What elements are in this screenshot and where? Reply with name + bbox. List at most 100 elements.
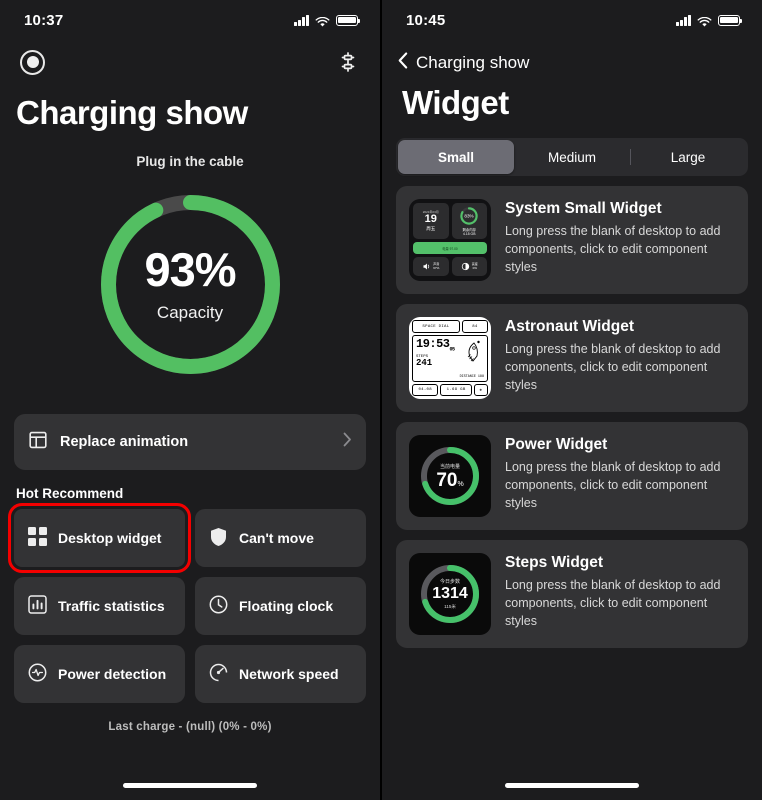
chevron-left-icon xyxy=(398,52,408,74)
tile-cant-move[interactable]: Can't move xyxy=(195,509,366,567)
bar-chart-icon xyxy=(28,595,47,617)
pulse-circle-icon xyxy=(28,663,47,685)
preview-battery-bar: 电量 97.00 xyxy=(413,242,487,254)
preview-time: 19:53 xyxy=(416,337,450,351)
brightness-icon xyxy=(461,262,469,271)
widget-description: Long press the blank of desktop to add c… xyxy=(505,460,721,510)
layout-template-icon xyxy=(28,430,48,454)
preview-distance: DISTANCE 188 xyxy=(459,375,484,379)
sliders-settings-icon[interactable] xyxy=(336,50,360,74)
widget-card-astronaut[interactable]: SPACE DIAL 84 19:5305 STEPS 241 DISTANCE… xyxy=(396,304,748,412)
preview-main-panel: 19:5305 STEPS 241 DISTANCE 188 xyxy=(412,335,488,382)
page-title: Widget xyxy=(402,84,509,121)
steps-widget-preview: 今日步数 1314 115米 xyxy=(409,553,491,635)
preview-footer-value: 1.69 GB xyxy=(440,384,472,396)
segment-label: Medium xyxy=(547,149,596,165)
power-widget-preview: 当前电量 70% xyxy=(409,435,491,517)
status-bar-left: 10:37 xyxy=(0,0,380,40)
hot-recommend-grid: Desktop widget Can't move Traffic statis… xyxy=(0,503,380,703)
size-segmented-control: Small Medium Large xyxy=(396,138,748,176)
tile-label: Traffic statistics xyxy=(58,598,165,614)
widget-list: 2021年03月 19 周五 83% 剩余内存 4.15 GB 电量 97.00… xyxy=(382,176,762,648)
status-icons xyxy=(294,14,361,27)
system-small-widget-preview: 2021年03月 19 周五 83% 剩余内存 4.15 GB 电量 97.00… xyxy=(409,199,491,281)
tile-traffic-statistics[interactable]: Traffic statistics xyxy=(14,577,185,635)
preview-header-right: 84 xyxy=(461,320,488,333)
tile-label: Floating clock xyxy=(239,598,334,614)
clock-icon xyxy=(209,595,228,617)
back-button[interactable]: Charging show xyxy=(382,40,762,74)
chevron-right-icon xyxy=(343,432,352,452)
compass-icon: ✥ xyxy=(473,384,488,396)
speaker-icon xyxy=(423,263,430,270)
record-circle-icon[interactable] xyxy=(20,49,45,75)
status-icons xyxy=(676,14,743,27)
replace-animation-row[interactable]: Replace animation xyxy=(14,414,366,470)
capacity-percent: 93% xyxy=(144,243,236,296)
home-indicator xyxy=(505,783,639,788)
status-time: 10:37 xyxy=(24,11,64,29)
battery-full-icon xyxy=(336,14,361,26)
tile-label: Power detection xyxy=(58,666,167,682)
tile-desktop-widget[interactable]: Desktop widget xyxy=(8,503,191,573)
tab-large[interactable]: Large xyxy=(630,140,746,174)
wifi-icon xyxy=(697,15,712,27)
capacity-gauge: 93% Capacity xyxy=(0,187,380,382)
tile-label: Desktop widget xyxy=(58,530,162,546)
segment-label: Large xyxy=(670,149,706,165)
widget-card-system-small[interactable]: 2021年03月 19 周五 83% 剩余内存 4.15 GB 电量 97.00… xyxy=(396,186,748,294)
status-time: 10:45 xyxy=(406,11,446,29)
preview-brightness-box: 亮度 0% xyxy=(451,257,487,276)
preview-volume-value: 67% xyxy=(433,265,440,270)
preview-memory-box: 83% 剩余内存 4.15 GB xyxy=(451,203,487,239)
widget-title: Steps Widget xyxy=(505,554,604,571)
widget-title: System Small Widget xyxy=(505,200,662,217)
cellular-signal-icon xyxy=(294,14,309,26)
tab-medium[interactable]: Medium xyxy=(514,140,630,174)
rocket-icon xyxy=(467,340,480,362)
preview-header-left: SPACE DIAL xyxy=(412,320,460,333)
preview-sub: 115米 xyxy=(444,604,456,609)
battery-full-icon xyxy=(718,14,743,26)
widget-card-steps[interactable]: 今日步数 1314 115米 Steps Widget Long press t… xyxy=(396,540,748,648)
preview-value: 1314 xyxy=(432,585,468,602)
home-indicator xyxy=(123,783,257,788)
last-charge-status: Last charge - (null) (0% - 0%) xyxy=(108,721,272,733)
preview-caption: 当前电量 xyxy=(439,463,460,470)
left-phone-screen: 10:37 Charging show Plug in the cable 93… xyxy=(0,0,380,800)
right-phone-screen: 10:45 Charging show Widget Small Medium xyxy=(382,0,762,800)
tab-small[interactable]: Small xyxy=(398,140,514,174)
dual-screenshot: 10:37 Charging show Plug in the cable 93… xyxy=(0,0,762,800)
widget-card-power[interactable]: 当前电量 70% Power Widget Long press the bla… xyxy=(396,422,748,530)
hot-recommend-heading: Hot Recommend xyxy=(16,486,124,501)
preview-time-small: 05 xyxy=(449,346,456,353)
widget-description: Long press the blank of desktop to add c… xyxy=(505,224,721,274)
preview-brightness-value: 0% xyxy=(472,265,477,270)
tile-power-detection[interactable]: Power detection xyxy=(14,645,185,703)
tile-label: Network speed xyxy=(239,666,339,682)
preview-value: 70 xyxy=(436,469,458,491)
page-title: Charging show xyxy=(16,94,248,131)
speedometer-icon xyxy=(209,663,228,685)
preview-storage-value: 4.15 GB xyxy=(463,232,476,236)
preview-volume-box: 声音 67% xyxy=(413,257,449,276)
preview-memory-ring: 83% xyxy=(460,207,478,225)
status-bar-right: 10:45 xyxy=(382,0,762,40)
preview-footer-date: 04-08 xyxy=(412,384,439,396)
preview-caption: 今日步数 xyxy=(439,579,460,585)
widget-title: Astronaut Widget xyxy=(505,318,635,335)
preview-date-weekday: 周五 xyxy=(426,226,436,231)
tile-network-speed[interactable]: Network speed xyxy=(195,645,366,703)
tile-floating-clock[interactable]: Floating clock xyxy=(195,577,366,635)
grid-squares-icon xyxy=(28,527,47,549)
tile-label: Can't move xyxy=(239,530,314,546)
left-top-bar xyxy=(0,40,380,84)
cellular-signal-icon xyxy=(676,14,691,26)
preview-battery-label: 电量 97.00 xyxy=(442,246,458,251)
preview-date-day: 19 xyxy=(424,213,437,225)
widget-description: Long press the blank of desktop to add c… xyxy=(505,342,721,392)
astronaut-widget-preview: SPACE DIAL 84 19:5305 STEPS 241 DISTANCE… xyxy=(409,317,491,399)
plug-in-subtitle: Plug in the cable xyxy=(136,154,244,169)
wifi-icon xyxy=(315,15,330,27)
shield-icon xyxy=(209,527,228,550)
